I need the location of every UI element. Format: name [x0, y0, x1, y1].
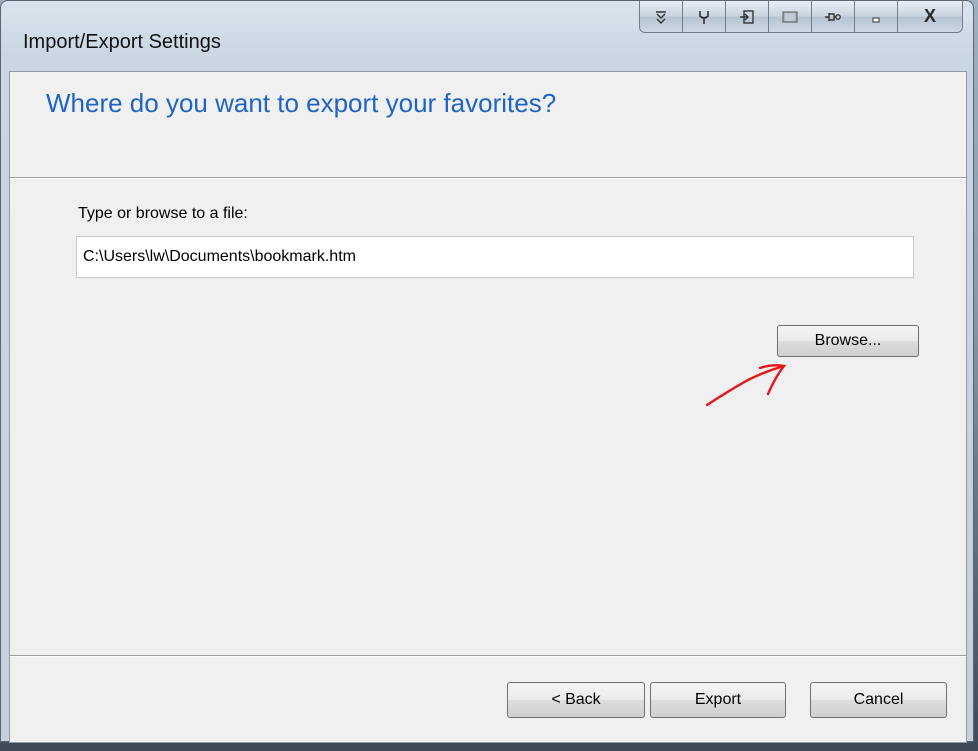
screen-icon	[782, 11, 798, 22]
cancel-button[interactable]: Cancel	[810, 682, 947, 718]
title-bar[interactable]: Import/Export Settings X	[1, 1, 973, 71]
pin-icon	[825, 12, 841, 21]
dialog-content: Where do you want to export your favorit…	[9, 71, 967, 743]
tool-icon	[699, 10, 709, 24]
import-export-window: Import/Export Settings X Where do you wa…	[0, 0, 974, 743]
minimize-button[interactable]	[854, 1, 898, 33]
screen-button[interactable]	[768, 1, 812, 33]
annotation-arrow-icon	[705, 364, 787, 407]
close-icon: X	[923, 6, 936, 26]
dropdown-button[interactable]	[639, 1, 683, 33]
export-button[interactable]: Export	[650, 682, 786, 718]
footer-divider	[10, 655, 966, 657]
page-title: Where do you want to export your favorit…	[46, 88, 557, 118]
window-title: Import/Export Settings	[23, 31, 221, 53]
caption-buttons: X	[639, 1, 963, 35]
close-button[interactable]: X	[897, 1, 963, 33]
file-path-input[interactable]	[76, 236, 914, 278]
browse-button[interactable]: Browse...	[777, 325, 919, 357]
file-field-label: Type or browse to a file:	[78, 205, 248, 222]
login-button[interactable]	[725, 1, 769, 33]
minimize-icon	[872, 17, 880, 22]
back-button[interactable]: < Back	[507, 682, 645, 718]
pin-button[interactable]	[811, 1, 855, 33]
login-icon	[740, 9, 754, 24]
header-divider	[10, 177, 966, 179]
dropdown-icon	[656, 10, 666, 24]
tool-button[interactable]	[682, 1, 726, 33]
